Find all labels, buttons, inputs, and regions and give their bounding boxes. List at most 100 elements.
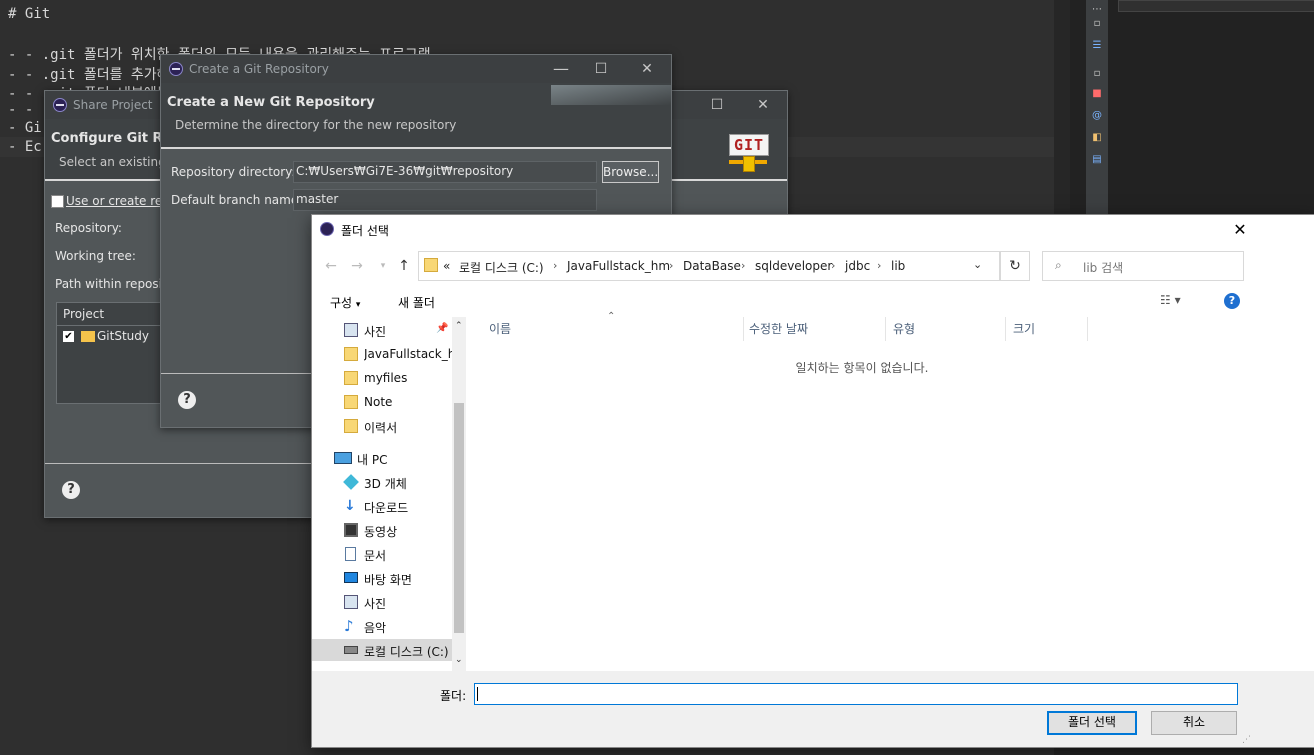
up-arrow-icon[interactable]: ↑ [395,257,413,275]
folder-icon [344,347,358,361]
tree-item-label: 사진 [364,325,387,339]
close-button[interactable]: ✕ [1230,219,1250,241]
default-branch-input[interactable]: master [293,189,597,211]
gitstudy-checkbox[interactable]: ✔ [63,331,74,342]
breadcrumb-database[interactable]: DataBase [683,259,741,273]
more-icon[interactable]: ⋯ [1090,4,1104,16]
tree-item-label: 동영상 [364,525,398,539]
dialog-title: 폴더 선택 [341,224,389,238]
dialog-title: Create a Git Repository [189,62,329,76]
help-icon[interactable]: ? [62,481,80,499]
cancel-button[interactable]: 취소 [1151,711,1237,735]
banner-decoration [551,85,671,105]
tree-item-label: 내 PC [357,453,388,467]
scroll-up-icon[interactable]: ⌃ [455,321,463,331]
file-list[interactable]: ⌃ 이름 수정한 날짜 유형 크기 일치하는 항목이 없습니다. [469,311,1255,671]
tree-item[interactable]: 동영상 [312,519,452,541]
command-bar: 구성 ▾ 새 폴더 ☷ ▾ ? [312,287,1314,317]
new-folder-button[interactable]: 새 폴더 [398,294,435,311]
chevron-down-icon[interactable]: ⌄ [973,258,982,271]
breadcrumb-overflow[interactable]: « [443,259,450,273]
pictures-icon [344,323,358,337]
pin-icon[interactable]: 📌 [436,323,448,334]
declaration-icon[interactable]: ◧ [1090,132,1104,144]
navigation-scrollbar[interactable]: ⌃ ⌄ [452,317,466,671]
tree-item[interactable]: JavaFullstack_hm [312,343,452,365]
video-icon [344,523,358,537]
tree-item[interactable]: 사진 [312,591,452,613]
folder-select-dialog: 폴더 선택 ✕ ← → ▾ ↑ « 로컬 디스크 (C:) › JavaFull… [311,214,1314,748]
navigation-bar: ← → ▾ ↑ « 로컬 디스크 (C:) › JavaFullstack_hm… [312,245,1314,287]
recent-locations-icon[interactable]: ▾ [374,257,392,275]
refresh-button[interactable]: ↻ [1000,251,1030,281]
scroll-down-icon[interactable]: ⌄ [455,655,463,665]
tree-item[interactable]: 문서 [312,543,452,565]
maximize-button[interactable]: ☐ [707,95,727,115]
view-options-icon[interactable]: ☷ ▾ [1160,293,1181,307]
navigation-pane[interactable]: 사진 📌 JavaFullstack_hm myfiles Note 이력서 [312,317,452,671]
console-icon[interactable]: ▤ [1090,154,1104,166]
column-header-modified[interactable]: 수정한 날짜 [749,317,808,341]
search-box[interactable]: ⌕ lib 검색 [1042,251,1244,281]
tree-item[interactable]: 이력서 [312,415,452,437]
resize-grip-icon[interactable]: ⋰ [1242,735,1251,745]
breadcrumb-sqldeveloper[interactable]: sqldeveloper [755,259,832,273]
eclipse-icon [169,62,183,76]
organize-menu[interactable]: 구성 ▾ [330,294,360,311]
repository-directory-input[interactable]: C:₩Users₩Gi7E-36₩git₩repository [293,161,597,183]
banner-separator [161,147,671,149]
browse-button[interactable]: Browse... [602,161,659,183]
folder-dialog-titlebar: 폴더 선택 ✕ [312,215,1314,245]
forward-arrow-icon[interactable]: → [348,257,366,275]
tree-item-selected[interactable]: 로컬 디스크 (C:) [312,639,452,661]
column-divider[interactable] [1087,317,1088,341]
drive-icon [344,646,358,654]
breadcrumb-jdbc[interactable]: jdbc [845,259,870,273]
column-divider[interactable] [885,317,886,341]
back-arrow-icon[interactable]: ← [322,257,340,275]
tree-item[interactable]: 3D 개체 [312,471,452,493]
tree-item[interactable]: 내 PC [312,447,452,469]
tree-item-label: 다운로드 [364,501,409,515]
javadoc-icon[interactable]: @ [1090,110,1104,122]
breadcrumb-javafullstack[interactable]: JavaFullstack_hm [567,259,670,273]
editor-line: # Git [8,6,51,22]
restore-icon[interactable]: ▫ [1090,18,1104,30]
tree-item[interactable]: 바탕 화면 [312,567,452,589]
tree-item[interactable]: ↓ 다운로드 [312,495,452,517]
problems-icon[interactable]: ■ [1090,88,1104,100]
close-button[interactable]: ✕ [753,95,773,115]
tree-item[interactable]: Note [312,391,452,413]
use-repo-checkbox[interactable] [51,195,64,208]
maximize-button[interactable]: ☐ [591,59,611,79]
tree-item[interactable]: ♪ 음악 [312,615,452,637]
breadcrumb-local-disk[interactable]: 로컬 디스크 (C:) [459,259,544,276]
breadcrumb-separator-icon: › [741,259,746,272]
help-icon[interactable]: ? [1224,293,1240,309]
tree-item[interactable]: 사진 📌 [312,319,452,341]
folder-input[interactable] [474,683,1238,705]
column-divider[interactable] [743,317,744,341]
repository-directory-label: Repository directory: [171,165,296,179]
help-icon[interactable]: ? [178,391,196,409]
scrollbar-thumb[interactable] [454,403,464,633]
project-table[interactable]: Project ✔ GitStudy [56,302,162,404]
tree-item[interactable]: myfiles [312,367,452,389]
breadcrumb-lib[interactable]: lib [891,259,905,273]
table-header-divider [57,325,161,326]
outline-icon[interactable]: ☰ [1090,40,1104,52]
column-header-type[interactable]: 유형 [893,317,915,341]
folder-icon [424,258,438,272]
restore-icon[interactable]: ▫ [1090,68,1104,80]
select-folder-button[interactable]: 폴더 선택 [1047,711,1137,735]
minimize-button[interactable]: — [551,59,571,79]
column-divider[interactable] [1005,317,1006,341]
column-header-name[interactable]: 이름 [489,317,511,341]
close-button[interactable]: ✕ [637,59,657,79]
breadcrumb-separator-icon: › [831,259,836,272]
column-header-size[interactable]: 크기 [1013,317,1035,341]
working-tree-label: Working tree: [55,249,136,263]
folder-icon [344,395,358,409]
address-bar[interactable]: « 로컬 디스크 (C:) › JavaFullstack_hm › DataB… [418,251,1000,281]
eclipse-icon [320,222,334,236]
